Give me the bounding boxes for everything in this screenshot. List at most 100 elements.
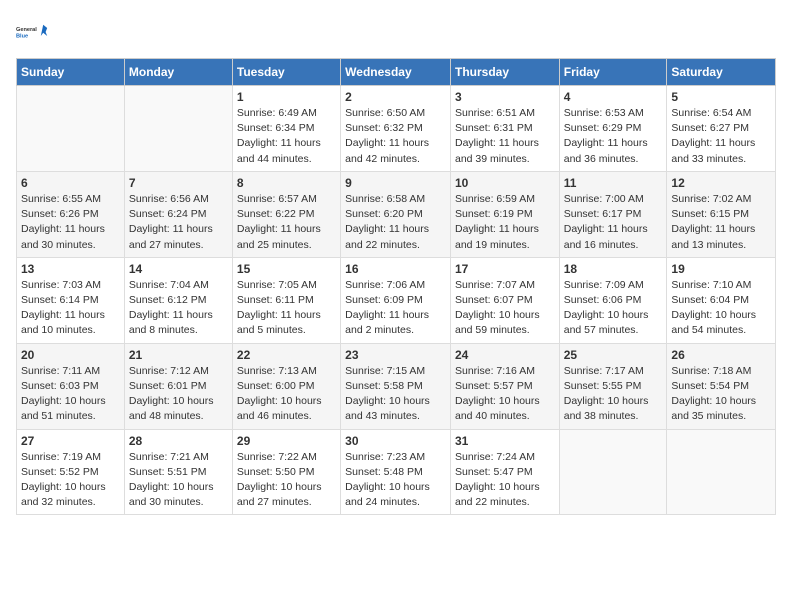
- calendar-cell: 26 Sunrise: 7:18 AMSunset: 5:54 PMDayligh…: [667, 343, 776, 429]
- calendar-week-row: 13Sunrise: 7:03 AMSunset: 6:14 PMDayligh…: [17, 257, 776, 343]
- calendar-cell: 16 Sunrise: 7:06 AMSunset: 6:09 PMDayligh…: [341, 257, 451, 343]
- day-info: Sunrise: 7:06 AMSunset: 6:09 PMDaylight:…: [345, 278, 446, 339]
- calendar-cell: 22 Sunrise: 7:13 AMSunset: 6:00 PMDayligh…: [232, 343, 340, 429]
- day-info: Sunrise: 7:21 AMSunset: 5:51 PMDaylight:…: [129, 450, 228, 511]
- calendar-cell: 1Sunrise: 6:49 AMSunset: 6:34 PMDaylight…: [232, 86, 340, 172]
- calendar-cell: 17 Sunrise: 7:07 AMSunset: 6:07 PMDayligh…: [450, 257, 559, 343]
- calendar-cell: 28 Sunrise: 7:21 AMSunset: 5:51 PMDayligh…: [124, 429, 232, 515]
- calendar-cell: 23 Sunrise: 7:15 AMSunset: 5:58 PMDayligh…: [341, 343, 451, 429]
- svg-text:Blue: Blue: [16, 34, 28, 40]
- page-header: GeneralBlue: [16, 16, 776, 48]
- day-info: Sunrise: 7:24 AMSunset: 5:47 PMDaylight:…: [455, 450, 555, 511]
- day-info: Sunrise: 7:19 AMSunset: 5:52 PMDaylight:…: [21, 450, 120, 511]
- day-number: 26: [671, 348, 771, 362]
- calendar-cell: 10 Sunrise: 6:59 AMSunset: 6:19 PMDayligh…: [450, 171, 559, 257]
- header-saturday: Saturday: [667, 59, 776, 86]
- day-info: Sunrise: 7:18 AMSunset: 5:54 PMDaylight:…: [671, 364, 771, 425]
- day-info: Sunrise: 6:56 AMSunset: 6:24 PMDaylight:…: [129, 192, 228, 253]
- day-number: 12: [671, 176, 771, 190]
- calendar-header-row: SundayMondayTuesdayWednesdayThursdayFrid…: [17, 59, 776, 86]
- day-number: 7: [129, 176, 228, 190]
- day-info: Sunrise: 6:55 AMSunset: 6:26 PMDaylight:…: [21, 192, 120, 253]
- calendar-cell: [124, 86, 232, 172]
- day-info: Sunrise: 7:13 AMSunset: 6:00 PMDaylight:…: [237, 364, 336, 425]
- calendar-week-row: 27 Sunrise: 7:19 AMSunset: 5:52 PMDayligh…: [17, 429, 776, 515]
- day-info: Sunrise: 7:15 AMSunset: 5:58 PMDaylight:…: [345, 364, 446, 425]
- day-info: Sunrise: 7:04 AMSunset: 6:12 PMDaylight:…: [129, 278, 228, 339]
- calendar-cell: 18 Sunrise: 7:09 AMSunset: 6:06 PMDayligh…: [559, 257, 667, 343]
- calendar-cell: 15Sunrise: 7:05 AMSunset: 6:11 PMDayligh…: [232, 257, 340, 343]
- calendar-table: SundayMondayTuesdayWednesdayThursdayFrid…: [16, 58, 776, 515]
- header-monday: Monday: [124, 59, 232, 86]
- day-info: Sunrise: 7:09 AMSunset: 6:06 PMDaylight:…: [564, 278, 663, 339]
- calendar-cell: [17, 86, 125, 172]
- calendar-cell: 7 Sunrise: 6:56 AMSunset: 6:24 PMDaylight…: [124, 171, 232, 257]
- calendar-cell: 11 Sunrise: 7:00 AMSunset: 6:17 PMDayligh…: [559, 171, 667, 257]
- day-info: Sunrise: 6:49 AMSunset: 6:34 PMDaylight:…: [237, 106, 336, 167]
- calendar-week-row: 20 Sunrise: 7:11 AMSunset: 6:03 PMDayligh…: [17, 343, 776, 429]
- day-info: Sunrise: 7:16 AMSunset: 5:57 PMDaylight:…: [455, 364, 555, 425]
- day-info: Sunrise: 7:12 AMSunset: 6:01 PMDaylight:…: [129, 364, 228, 425]
- day-info: Sunrise: 6:57 AMSunset: 6:22 PMDaylight:…: [237, 192, 336, 253]
- day-info: Sunrise: 6:53 AMSunset: 6:29 PMDaylight:…: [564, 106, 663, 167]
- day-number: 16: [345, 262, 446, 276]
- day-info: Sunrise: 6:54 AMSunset: 6:27 PMDaylight:…: [671, 106, 771, 167]
- day-number: 2: [345, 90, 446, 104]
- day-number: 18: [564, 262, 663, 276]
- day-info: Sunrise: 6:58 AMSunset: 6:20 PMDaylight:…: [345, 192, 446, 253]
- calendar-cell: 31 Sunrise: 7:24 AMSunset: 5:47 PMDayligh…: [450, 429, 559, 515]
- day-number: 21: [129, 348, 228, 362]
- calendar-week-row: 6Sunrise: 6:55 AMSunset: 6:26 PMDaylight…: [17, 171, 776, 257]
- calendar-cell: [667, 429, 776, 515]
- calendar-cell: 25Sunrise: 7:17 AMSunset: 5:55 PMDayligh…: [559, 343, 667, 429]
- svg-text:General: General: [16, 27, 37, 33]
- header-wednesday: Wednesday: [341, 59, 451, 86]
- header-friday: Friday: [559, 59, 667, 86]
- day-number: 31: [455, 434, 555, 448]
- day-number: 14: [129, 262, 228, 276]
- day-number: 17: [455, 262, 555, 276]
- day-info: Sunrise: 7:03 AMSunset: 6:14 PMDaylight:…: [21, 278, 120, 339]
- logo: GeneralBlue: [16, 16, 48, 48]
- day-info: Sunrise: 6:59 AMSunset: 6:19 PMDaylight:…: [455, 192, 555, 253]
- day-number: 23: [345, 348, 446, 362]
- day-number: 19: [671, 262, 771, 276]
- calendar-cell: 24 Sunrise: 7:16 AMSunset: 5:57 PMDayligh…: [450, 343, 559, 429]
- calendar-cell: 4Sunrise: 6:53 AMSunset: 6:29 PMDaylight…: [559, 86, 667, 172]
- day-number: 3: [455, 90, 555, 104]
- day-number: 22: [237, 348, 336, 362]
- day-info: Sunrise: 7:11 AMSunset: 6:03 PMDaylight:…: [21, 364, 120, 425]
- day-number: 20: [21, 348, 120, 362]
- day-number: 10: [455, 176, 555, 190]
- day-number: 30: [345, 434, 446, 448]
- day-number: 11: [564, 176, 663, 190]
- day-info: Sunrise: 7:10 AMSunset: 6:04 PMDaylight:…: [671, 278, 771, 339]
- calendar-cell: 19 Sunrise: 7:10 AMSunset: 6:04 PMDayligh…: [667, 257, 776, 343]
- calendar-cell: 5 Sunrise: 6:54 AMSunset: 6:27 PMDaylight…: [667, 86, 776, 172]
- calendar-week-row: 1Sunrise: 6:49 AMSunset: 6:34 PMDaylight…: [17, 86, 776, 172]
- day-number: 9: [345, 176, 446, 190]
- day-info: Sunrise: 6:51 AMSunset: 6:31 PMDaylight:…: [455, 106, 555, 167]
- calendar-cell: 20 Sunrise: 7:11 AMSunset: 6:03 PMDayligh…: [17, 343, 125, 429]
- calendar-cell: 12 Sunrise: 7:02 AMSunset: 6:15 PMDayligh…: [667, 171, 776, 257]
- logo-icon: GeneralBlue: [16, 16, 48, 48]
- day-number: 28: [129, 434, 228, 448]
- day-number: 29: [237, 434, 336, 448]
- day-info: Sunrise: 7:07 AMSunset: 6:07 PMDaylight:…: [455, 278, 555, 339]
- header-sunday: Sunday: [17, 59, 125, 86]
- calendar-cell: [559, 429, 667, 515]
- day-number: 5: [671, 90, 771, 104]
- calendar-cell: 13Sunrise: 7:03 AMSunset: 6:14 PMDayligh…: [17, 257, 125, 343]
- calendar-cell: 9 Sunrise: 6:58 AMSunset: 6:20 PMDaylight…: [341, 171, 451, 257]
- day-number: 27: [21, 434, 120, 448]
- day-info: Sunrise: 7:02 AMSunset: 6:15 PMDaylight:…: [671, 192, 771, 253]
- calendar-cell: 27 Sunrise: 7:19 AMSunset: 5:52 PMDayligh…: [17, 429, 125, 515]
- day-number: 24: [455, 348, 555, 362]
- day-info: Sunrise: 7:17 AMSunset: 5:55 PMDaylight:…: [564, 364, 663, 425]
- day-info: Sunrise: 7:00 AMSunset: 6:17 PMDaylight:…: [564, 192, 663, 253]
- day-number: 8: [237, 176, 336, 190]
- header-tuesday: Tuesday: [232, 59, 340, 86]
- calendar-cell: 29Sunrise: 7:22 AMSunset: 5:50 PMDayligh…: [232, 429, 340, 515]
- calendar-cell: 6Sunrise: 6:55 AMSunset: 6:26 PMDaylight…: [17, 171, 125, 257]
- calendar-cell: 30Sunrise: 7:23 AMSunset: 5:48 PMDayligh…: [341, 429, 451, 515]
